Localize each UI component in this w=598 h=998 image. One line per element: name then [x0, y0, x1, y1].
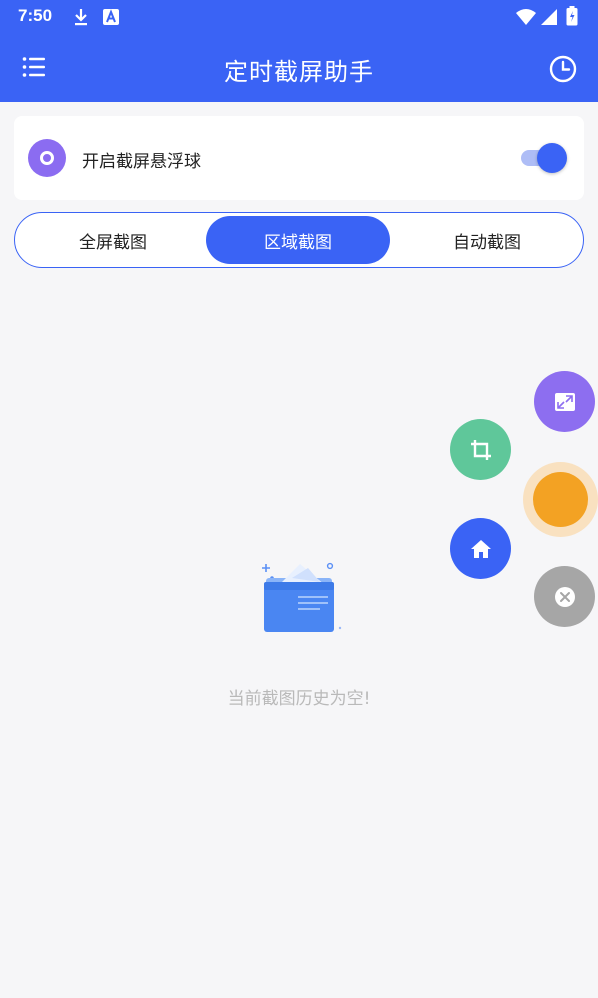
crop-icon	[470, 439, 491, 460]
toggle-knob	[537, 143, 567, 173]
status-time: 7:50	[18, 6, 53, 25]
floating-ball-card: 开启截屏悬浮球	[14, 116, 584, 200]
crop-button[interactable]	[450, 419, 511, 480]
download-icon	[75, 9, 87, 26]
expand-icon	[554, 392, 575, 411]
page-title: 定时截屏助手	[224, 58, 374, 86]
floating-ball-toggle[interactable]	[519, 143, 567, 173]
history-clock-icon[interactable]	[548, 54, 578, 84]
screenshot-mode-tabs: 全屏截图 区域截图 自动截图	[14, 212, 584, 268]
empty-state-message: 当前截图历史为空!	[227, 689, 371, 709]
wifi-icon	[516, 9, 536, 25]
signal-icon	[541, 9, 557, 25]
empty-folder-icon	[262, 562, 342, 632]
home-button[interactable]	[450, 518, 511, 579]
app-bar: 定时截屏助手	[0, 34, 598, 102]
home-icon	[470, 539, 491, 558]
center-ball[interactable]	[533, 472, 588, 527]
expand-button[interactable]	[534, 371, 595, 432]
tab-region[interactable]: 区域截图	[206, 216, 390, 264]
top-bar: 7:50 定时截屏助手	[0, 0, 598, 102]
a-notification-icon	[103, 9, 119, 25]
tab-fullscreen[interactable]: 全屏截图	[21, 216, 205, 264]
status-bar: 7:50	[0, 0, 598, 34]
close-icon	[554, 586, 575, 607]
battery-icon	[566, 6, 578, 26]
tab-auto[interactable]: 自动截图	[395, 216, 579, 264]
floating-ball-icon	[28, 139, 66, 177]
floating-ball-label: 开启截屏悬浮球	[82, 152, 201, 172]
close-button[interactable]	[534, 566, 595, 627]
